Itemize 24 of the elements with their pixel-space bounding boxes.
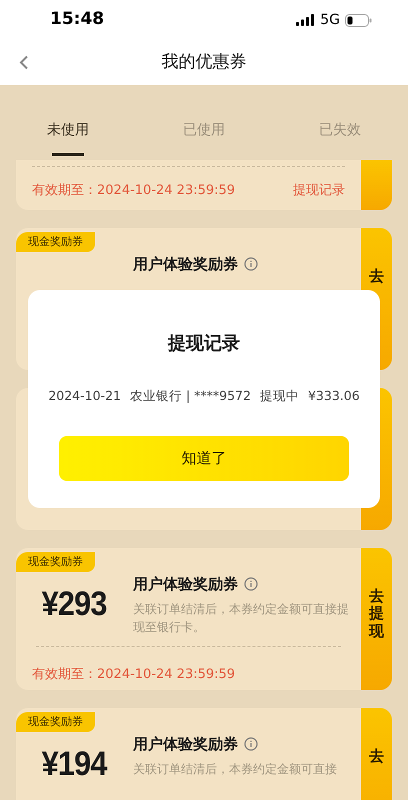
coupon-tag: 现金奖励券	[16, 712, 95, 732]
expiry-date: 有效期至：2024-10-24 23:59:59	[32, 182, 236, 200]
coupon-title: 用户体验奖励券	[133, 734, 238, 755]
status-time: 15:48	[50, 8, 104, 32]
record-amount: ¥333.06	[308, 387, 360, 405]
coupon-title: 用户体验奖励券	[133, 254, 238, 275]
record-bank: 农业银行 | ****9572	[130, 387, 251, 405]
withdraw-button[interactable]: 去提现	[361, 548, 392, 690]
coupon-tag: 现金奖励券	[16, 232, 95, 252]
confirm-button[interactable]: 知道了	[59, 436, 349, 481]
coupon-description: 关联订单结清后，本券约定金额可直接	[133, 760, 338, 778]
coupon-description: 关联订单结清后，本券约定金额可直接提现至银行卡。	[133, 600, 349, 636]
page-title: 我的优惠券	[162, 50, 246, 74]
dialog-title: 提现记录	[168, 332, 240, 356]
withdraw-button[interactable]: 去	[361, 708, 392, 800]
coupon-amount: ¥293	[42, 584, 107, 624]
tab[interactable]: 未使用	[0, 85, 136, 160]
coupon-tag: 现金奖励券	[16, 552, 95, 572]
record-date: 2024-10-21	[48, 387, 121, 405]
coupon-title: 用户体验奖励券	[133, 574, 238, 595]
record-status: 提现中	[260, 387, 299, 405]
network-label: 5G	[320, 10, 340, 30]
coupon-amount: ¥194	[42, 744, 107, 784]
expiry-date: 有效期至：2024-10-24 23:59:59	[32, 667, 236, 682]
